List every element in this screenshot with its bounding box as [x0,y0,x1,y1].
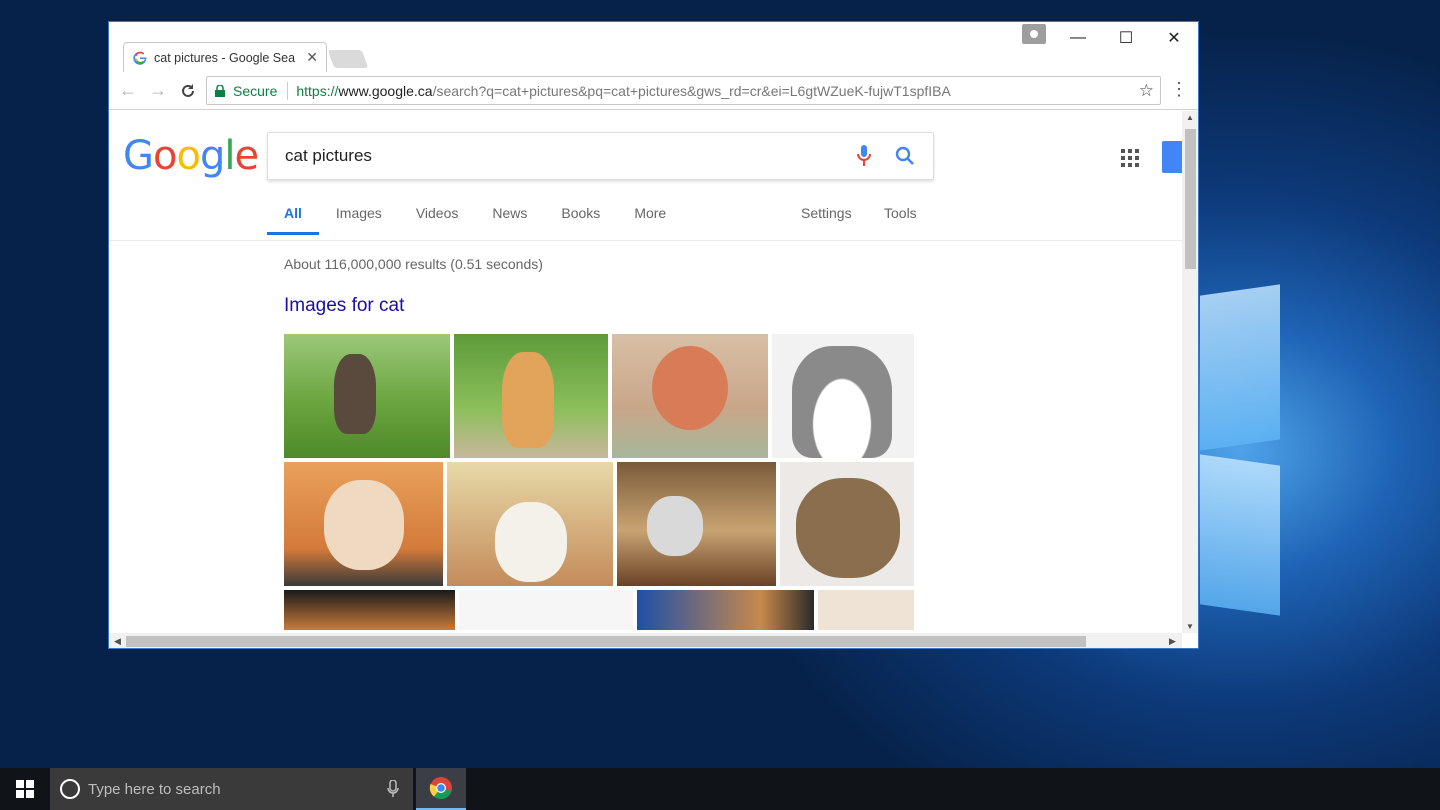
forward-arrow-icon[interactable]: → [143,76,173,106]
search-query: cat pictures [285,146,372,165]
desktop-windows-logo [1195,270,1285,630]
google-favicon-icon [133,51,147,65]
vertical-scroll-thumb[interactable] [1185,129,1196,269]
bookmark-star-icon[interactable]: ☆ [1139,81,1154,101]
tab-tools[interactable]: Tools [884,205,917,235]
start-button[interactable] [0,768,50,810]
windows-icon [16,780,34,798]
horizontal-scrollbar[interactable]: ◀ ▶ [109,633,1182,648]
reload-icon[interactable] [173,76,203,106]
horizontal-scroll-thumb[interactable] [126,636,1086,647]
cat-image-thumbnail[interactable] [616,462,777,586]
cat-image-thumbnail[interactable] [284,462,444,586]
scroll-right-icon[interactable]: ▶ [1169,636,1176,647]
title-bar: cat pictures - Google Sea ✕ — ☐ ✕ [109,22,1198,72]
apps-grid-icon[interactable] [1121,149,1139,167]
tab-close-icon[interactable]: ✕ [306,49,318,66]
scroll-up-icon[interactable]: ▲ [1186,113,1194,122]
search-icon[interactable] [895,146,915,166]
close-window-button[interactable]: ✕ [1151,22,1197,54]
image-row [284,590,914,630]
vertical-scrollbar[interactable]: ▲ ▼ [1182,111,1198,633]
url-scheme: https:// [296,82,339,99]
search-tabs: All Images Videos News Books More Settin… [267,205,917,235]
tab-videos[interactable]: Videos [416,205,459,235]
maximize-button[interactable]: ☐ [1103,22,1149,54]
result-stats: About 116,000,000 results (0.51 seconds) [284,256,543,272]
url-path: /search?q=cat+pictures&pq=cat+pictures&g… [432,82,951,99]
browser-window: cat pictures - Google Sea ✕ — ☐ ✕ ← → Se… [108,21,1199,649]
image-row [284,462,914,586]
browser-tab[interactable]: cat pictures - Google Sea ✕ [123,42,327,72]
tab-more[interactable]: More [634,205,666,235]
scroll-left-icon[interactable]: ◀ [114,636,121,647]
images-heading-link[interactable]: Images for cat [284,295,404,317]
menu-dots-icon[interactable]: ⋮ [1170,80,1188,98]
google-logo[interactable]: Google [123,133,259,179]
tab-settings[interactable]: Settings [801,205,852,235]
cat-image-thumbnail[interactable] [636,590,815,630]
profile-icon[interactable] [1022,24,1046,44]
cat-image-thumbnail[interactable] [447,462,613,586]
chrome-taskbar-button[interactable] [416,768,466,810]
tab-all[interactable]: All [267,205,319,235]
microphone-icon[interactable] [857,145,871,167]
cat-image-thumbnail[interactable] [818,590,914,630]
search-input[interactable]: cat pictures [267,132,934,180]
tab-books[interactable]: Books [561,205,600,235]
taskbar-microphone-icon[interactable] [387,780,399,798]
cortana-icon [60,779,80,799]
chrome-icon [429,777,452,799]
image-results-grid [284,334,914,633]
google-header: Google cat pictures All Images Videos Ne… [109,111,1182,241]
tab-news[interactable]: News [492,205,527,235]
taskbar-search-input[interactable]: Type here to search [50,768,413,810]
address-bar[interactable]: Secure https:// www.google.ca /search?q=… [206,76,1161,105]
new-tab-button[interactable] [327,50,369,68]
tab-title: cat pictures - Google Sea [154,50,296,65]
cat-image-thumbnail[interactable] [284,590,456,630]
cat-image-thumbnail[interactable] [454,334,608,458]
minimize-button[interactable]: — [1055,22,1101,54]
tab-images[interactable]: Images [336,205,382,235]
cat-image-thumbnail[interactable] [612,334,768,458]
cat-image-thumbnail[interactable] [772,334,914,458]
taskbar: Type here to search [0,768,1440,810]
cat-image-thumbnail[interactable] [459,590,633,630]
omnibox-separator [287,81,289,100]
cat-image-thumbnail[interactable] [284,334,450,458]
scroll-down-icon[interactable]: ▼ [1186,622,1194,631]
url-host: www.google.ca [338,82,433,99]
back-arrow-icon[interactable]: ← [113,76,143,106]
taskbar-search-placeholder: Type here to search [88,780,221,798]
sign-in-button[interactable] [1162,141,1182,173]
secure-label: Secure [233,82,278,99]
image-row [284,334,914,458]
cat-image-thumbnail[interactable] [780,462,914,586]
page-content: Google cat pictures All Images Videos Ne… [109,111,1182,633]
lock-icon [215,84,225,97]
browser-toolbar: ← → Secure https:// www.google.ca /searc… [109,72,1198,110]
